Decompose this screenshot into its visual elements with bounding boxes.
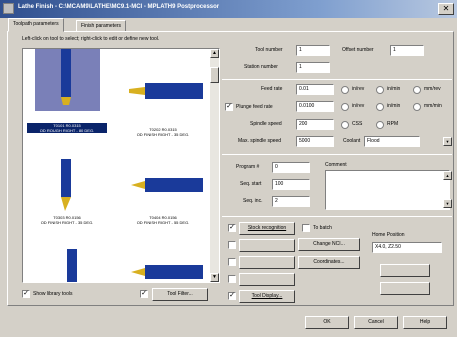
- offset-number-field[interactable]: 1: [390, 45, 424, 56]
- app-icon: [3, 3, 14, 14]
- coolant-dropdown-arrow[interactable]: ▼: [443, 137, 452, 146]
- feed-rate-label: Feed rate: [261, 86, 283, 92]
- feed-in-min-radio[interactable]: [376, 86, 384, 94]
- tab-toolpath-parameters[interactable]: Toolpath parameters: [8, 18, 64, 32]
- option-button-4[interactable]: [239, 273, 295, 286]
- plunge-in-rev-label: in/rev: [352, 103, 365, 109]
- tool-image-2[interactable]: [123, 79, 203, 109]
- tool-filter-button[interactable]: Tool Filter...: [152, 288, 208, 301]
- station-number-label: Station number: [244, 64, 278, 70]
- plunge-feed-label: Plunge feed rate: [236, 104, 273, 110]
- program-number-label: Program #: [236, 164, 260, 170]
- program-number-field[interactable]: 0: [272, 162, 310, 173]
- show-library-checkbox[interactable]: ✓: [22, 290, 30, 298]
- tool-display-checkbox[interactable]: ✓: [228, 292, 236, 300]
- tool-caption-4[interactable]: T0404 R0.0156 OD FINISH RIGHT - 55 DEG.: [123, 215, 203, 225]
- plunge-in-min-radio[interactable]: [376, 103, 384, 111]
- show-library-label: Show library tools: [33, 291, 73, 297]
- coordinates-button[interactable]: Coordinates...: [298, 256, 360, 269]
- tool-display-button[interactable]: Tool Display...: [239, 290, 295, 303]
- separator-3: [222, 216, 452, 217]
- tool-filter-checkbox[interactable]: ✓: [140, 290, 148, 298]
- to-batch-checkbox[interactable]: [302, 224, 310, 232]
- tool-caption-2-line2: OD FINISH RIGHT - 35 DEG.: [136, 132, 190, 137]
- scroll-down-button[interactable]: ▼: [210, 273, 219, 282]
- tool-caption-1[interactable]: T0101 R0.0315 OD ROUGH RIGHT - 80 DEG.: [27, 123, 107, 133]
- tool-image-1[interactable]: [35, 49, 100, 111]
- max-spindle-label: Max. spindle speed: [238, 138, 282, 144]
- station-number-field[interactable]: 1: [296, 62, 330, 73]
- seq-inc-field[interactable]: 2: [272, 196, 310, 207]
- home-position-field[interactable]: X4.0, Z2.50: [372, 242, 442, 253]
- separator: [222, 79, 452, 80]
- seq-start-label: Seq. start: [240, 181, 262, 187]
- plunge-feed-checkbox[interactable]: ✓: [225, 103, 233, 111]
- tool-caption-4-line2: OD FINISH RIGHT - 55 DEG.: [136, 220, 190, 225]
- tool-image-6[interactable]: [123, 261, 203, 283]
- gallery-scrollbar[interactable]: ▲ ▼: [210, 49, 219, 282]
- option-checkbox-2[interactable]: [228, 241, 236, 249]
- tool-image-4[interactable]: [123, 173, 203, 203]
- plunge-in-min-label: in/min: [387, 103, 401, 109]
- rpm-radio[interactable]: [376, 121, 384, 129]
- seq-inc-label: Seq. inc.: [243, 198, 263, 204]
- tool-display-text: Tool Display...: [251, 293, 283, 299]
- comment-textarea[interactable]: [325, 170, 450, 210]
- coolant-label: Coolant: [343, 138, 361, 144]
- tool-number-label: Tool number: [255, 47, 283, 53]
- tool-number-field[interactable]: 1: [296, 45, 330, 56]
- gallery-instruction: Left-click on tool to select; right-clic…: [22, 36, 160, 42]
- cancel-button[interactable]: Cancel: [354, 316, 398, 329]
- stock-recognition-button[interactable]: Stock recognition: [239, 222, 295, 235]
- option-button-2[interactable]: [239, 239, 295, 252]
- scroll-thumb[interactable]: [210, 67, 219, 83]
- feed-mm-rev-label: mm/rev: [424, 86, 441, 92]
- coolant-select[interactable]: Flood: [364, 136, 420, 147]
- spindle-speed-label: Spindle speed: [250, 121, 282, 127]
- seq-start-field[interactable]: 100: [272, 179, 310, 190]
- option-button-3[interactable]: [239, 256, 295, 269]
- window-title: Lathe Finish - C:\MCAM9\LATHE\MC9.1-MCI …: [18, 4, 220, 10]
- plunge-feed-field[interactable]: 0.0100: [296, 101, 334, 112]
- tool-caption-3-line2: OD FINISH RIGHT - 35 DEG.: [40, 220, 94, 225]
- feed-rate-field[interactable]: 0.01: [296, 84, 334, 95]
- option-checkbox-3[interactable]: [228, 258, 236, 266]
- home-position-button[interactable]: [380, 264, 430, 277]
- feed-in-min-label: in/min: [387, 86, 401, 92]
- ok-button[interactable]: OK: [305, 316, 349, 329]
- feed-in-rev-radio[interactable]: [341, 86, 349, 94]
- change-nci-button[interactable]: Change NCI...: [298, 238, 360, 251]
- comment-scroll-up[interactable]: ▲: [443, 171, 452, 180]
- comment-label: Comment: [325, 162, 347, 168]
- css-radio[interactable]: [341, 121, 349, 129]
- plunge-mm-min-label: mm/min: [424, 103, 442, 109]
- spindle-speed-field[interactable]: 200: [296, 119, 334, 130]
- tool-image-3[interactable]: [47, 157, 87, 213]
- to-batch-label: To batch: [313, 225, 332, 231]
- tool-image-5[interactable]: [57, 247, 87, 283]
- home-position-label: Home Position: [372, 232, 405, 238]
- help-button[interactable]: Help: [403, 316, 447, 329]
- offset-number-label: Offset number: [342, 47, 374, 53]
- css-label: CSS: [352, 121, 363, 127]
- plunge-mm-min-radio[interactable]: [413, 103, 421, 111]
- tool-caption-1-line2: OD ROUGH RIGHT - 80 DEG.: [39, 128, 95, 133]
- tool-caption-3[interactable]: T0303 R0.0156 OD FINISH RIGHT - 35 DEG.: [27, 215, 107, 225]
- feed-in-rev-label: in/rev: [352, 86, 365, 92]
- title-bar: Lathe Finish - C:\MCAM9\LATHE\MC9.1-MCI …: [0, 0, 457, 18]
- comment-scroll-down[interactable]: ▼: [443, 199, 452, 208]
- home-position-button-2[interactable]: [380, 282, 430, 295]
- stock-recognition-text: Stock recognition: [247, 225, 287, 231]
- plunge-in-rev-radio[interactable]: [341, 103, 349, 111]
- max-spindle-field[interactable]: 5000: [296, 136, 334, 147]
- tool-caption-2[interactable]: T0202 R0.0315 OD FINISH RIGHT - 35 DEG.: [123, 127, 203, 137]
- rpm-label: RPM: [387, 121, 399, 127]
- option-checkbox-4[interactable]: [228, 275, 236, 283]
- scroll-up-button[interactable]: ▲: [210, 49, 219, 58]
- tool-gallery[interactable]: T0101 R0.0315 OD ROUGH RIGHT - 80 DEG. T…: [22, 48, 220, 283]
- separator-2: [222, 154, 452, 155]
- stock-recognition-checkbox[interactable]: ✓: [228, 224, 236, 232]
- feed-mm-rev-radio[interactable]: [413, 86, 421, 94]
- close-button[interactable]: ✕: [438, 3, 454, 15]
